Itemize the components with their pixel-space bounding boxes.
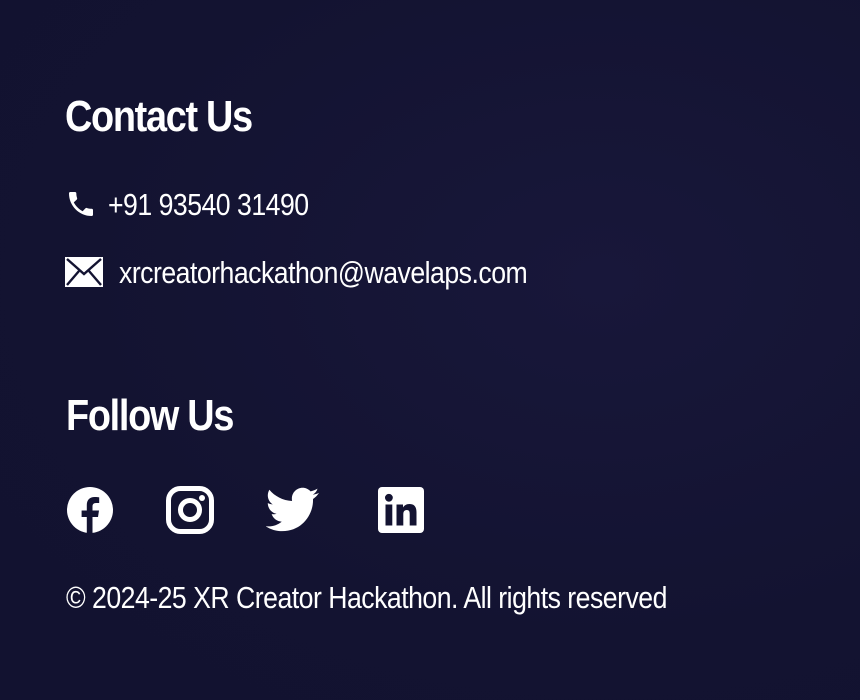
email-address: xrcreatorhackathon@wavelaps.com: [119, 254, 528, 290]
follow-heading: Follow Us: [66, 391, 234, 440]
contact-heading: Contact Us: [65, 92, 253, 141]
instagram-link[interactable]: [166, 486, 214, 534]
linkedin-link[interactable]: [377, 486, 425, 534]
instagram-icon: [166, 486, 214, 538]
phone-row[interactable]: +91 93540 31490: [65, 186, 341, 222]
envelope-icon: [65, 257, 103, 287]
facebook-icon: [66, 487, 114, 538]
phone-number: +91 93540 31490: [108, 186, 309, 222]
twitter-icon: [265, 487, 320, 538]
twitter-link[interactable]: [265, 486, 320, 534]
phone-icon: [65, 187, 97, 221]
linkedin-icon: [377, 487, 425, 538]
email-row[interactable]: xrcreatorhackathon@wavelaps.com: [65, 254, 594, 290]
footer: Contact Us +91 93540 31490 xrcreatorhack…: [0, 0, 860, 700]
facebook-link[interactable]: [66, 486, 114, 534]
copyright-text: © 2024-25 XR Creator Hackathon. All righ…: [66, 580, 667, 615]
